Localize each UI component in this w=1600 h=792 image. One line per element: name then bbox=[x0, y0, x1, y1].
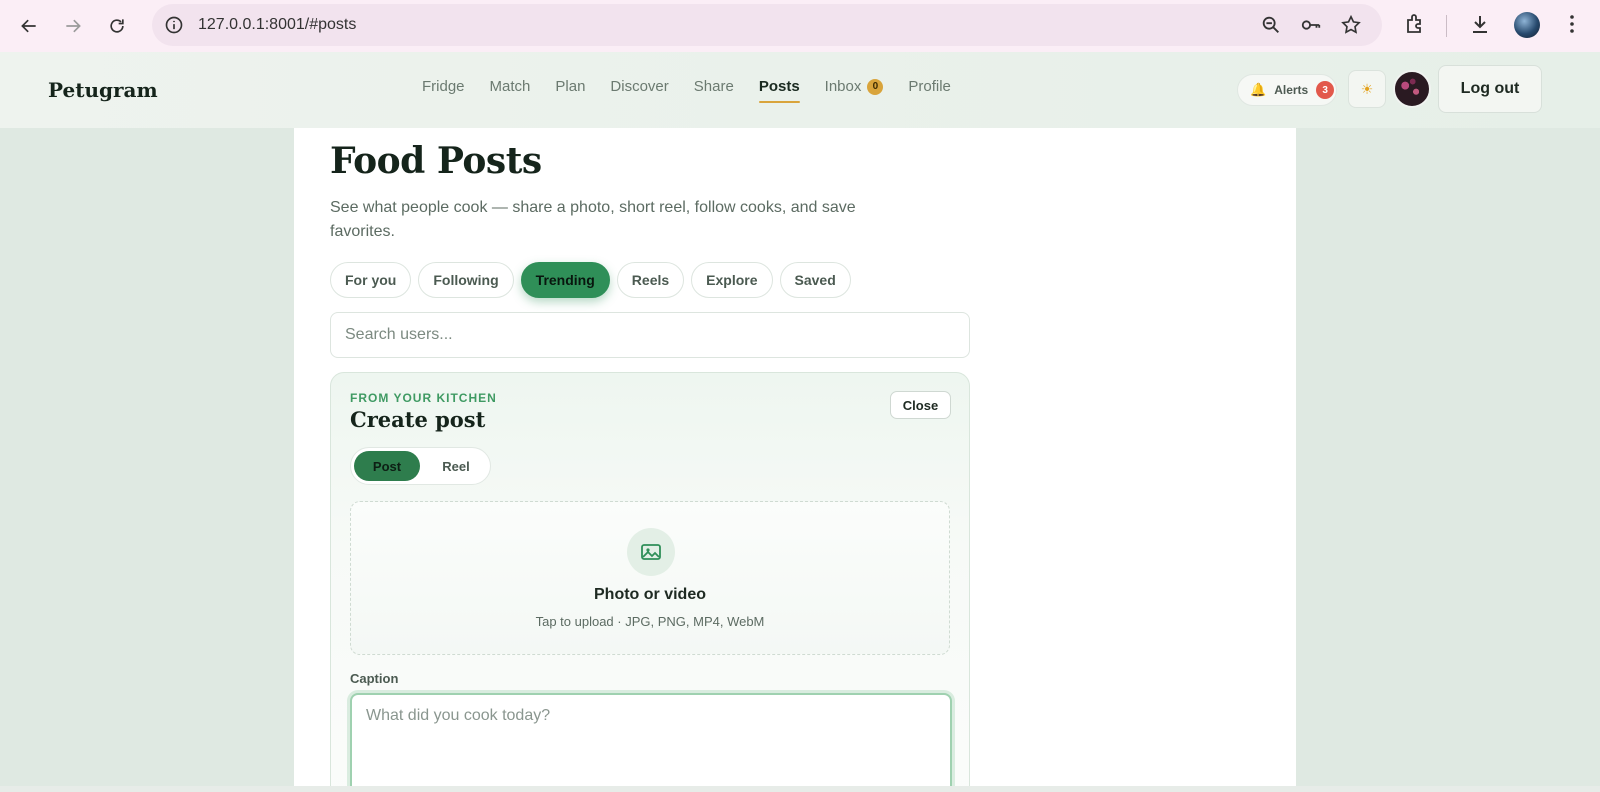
window-bottom-edge bbox=[0, 786, 1600, 792]
page-subtitle: See what people cook — share a photo, sh… bbox=[330, 199, 856, 240]
upload-dropzone[interactable]: Photo or video Tap to upload · JPG, PNG,… bbox=[350, 501, 950, 655]
logout-button[interactable]: Log out bbox=[1438, 65, 1542, 113]
upload-title: Photo or video bbox=[594, 586, 706, 603]
bookmark-star-icon[interactable] bbox=[1340, 14, 1362, 36]
nav-share[interactable]: Share bbox=[694, 78, 734, 103]
caption-textarea[interactable] bbox=[350, 693, 952, 792]
alerts-label: Alerts bbox=[1274, 83, 1309, 97]
mode-post-button[interactable]: Post bbox=[354, 451, 420, 481]
browser-profile-avatar[interactable] bbox=[1514, 12, 1540, 38]
feed-tabs: For you Following Trending Reels Explore… bbox=[330, 262, 851, 298]
upload-hint: Tap to upload · JPG, PNG, MP4, WebM bbox=[535, 614, 765, 629]
site-info-icon[interactable] bbox=[164, 15, 184, 35]
back-icon[interactable] bbox=[14, 11, 44, 41]
close-button[interactable]: Close bbox=[890, 391, 951, 419]
extensions-icon[interactable] bbox=[1402, 12, 1426, 36]
mode-reel-button[interactable]: Reel bbox=[425, 451, 487, 481]
alerts-count-badge: 3 bbox=[1316, 81, 1335, 99]
nav-posts[interactable]: Posts bbox=[758, 78, 800, 103]
address-bar[interactable]: 127.0.0.1:8001/#posts bbox=[152, 4, 1382, 46]
alerts-button[interactable]: 🔔 Alerts 3 bbox=[1237, 74, 1337, 106]
image-icon bbox=[627, 528, 675, 576]
tab-following[interactable]: Following bbox=[418, 262, 514, 298]
sun-icon: ☀ bbox=[1360, 80, 1374, 97]
forward-icon[interactable] bbox=[58, 11, 88, 41]
browser-chrome: 127.0.0.1:8001/#posts bbox=[0, 0, 1600, 52]
card-eyebrow: FROM YOUR KITCHEN bbox=[350, 391, 497, 405]
nav-discover[interactable]: Discover bbox=[610, 78, 668, 103]
tab-for-you[interactable]: For you bbox=[330, 262, 412, 298]
nav-fridge[interactable]: Fridge bbox=[422, 78, 465, 103]
url-text[interactable]: 127.0.0.1:8001/#posts bbox=[198, 16, 356, 34]
toolbar-divider bbox=[1446, 15, 1447, 37]
zoom-icon[interactable] bbox=[1260, 14, 1282, 36]
app-header: Petugram Fridge Match Plan Discover Shar… bbox=[0, 52, 1600, 128]
page-title: Food Posts bbox=[330, 140, 542, 182]
download-icon[interactable] bbox=[1468, 12, 1492, 36]
tab-explore[interactable]: Explore bbox=[691, 262, 773, 298]
nav-plan[interactable]: Plan bbox=[555, 78, 585, 103]
nav-match[interactable]: Match bbox=[490, 78, 531, 103]
browser-menu-icon[interactable] bbox=[1560, 12, 1584, 36]
key-icon[interactable] bbox=[1300, 14, 1322, 36]
post-type-toggle: Post Reel bbox=[350, 447, 491, 485]
tab-trending[interactable]: Trending bbox=[520, 262, 610, 298]
bell-icon: 🔔 bbox=[1250, 82, 1267, 97]
nav-profile[interactable]: Profile bbox=[908, 78, 951, 103]
app-logo[interactable]: Petugram bbox=[48, 78, 158, 102]
main-nav: Fridge Match Plan Discover Share Posts I… bbox=[422, 78, 951, 103]
caption-label: Caption bbox=[350, 671, 399, 686]
posts-page: Food Posts See what people cook — share … bbox=[294, 128, 1296, 792]
user-avatar[interactable] bbox=[1393, 70, 1431, 108]
search-users-input[interactable] bbox=[330, 312, 970, 358]
tab-reels[interactable]: Reels bbox=[616, 262, 685, 298]
theme-toggle-button[interactable]: ☀ bbox=[1348, 70, 1386, 108]
nav-inbox[interactable]: Inbox 0 bbox=[825, 78, 884, 103]
card-title: Create post bbox=[350, 407, 486, 432]
reload-icon[interactable] bbox=[102, 11, 132, 41]
inbox-count-badge: 0 bbox=[867, 78, 884, 95]
create-post-card: FROM YOUR KITCHEN Create post Close Post… bbox=[330, 372, 970, 792]
tab-saved[interactable]: Saved bbox=[779, 262, 851, 298]
